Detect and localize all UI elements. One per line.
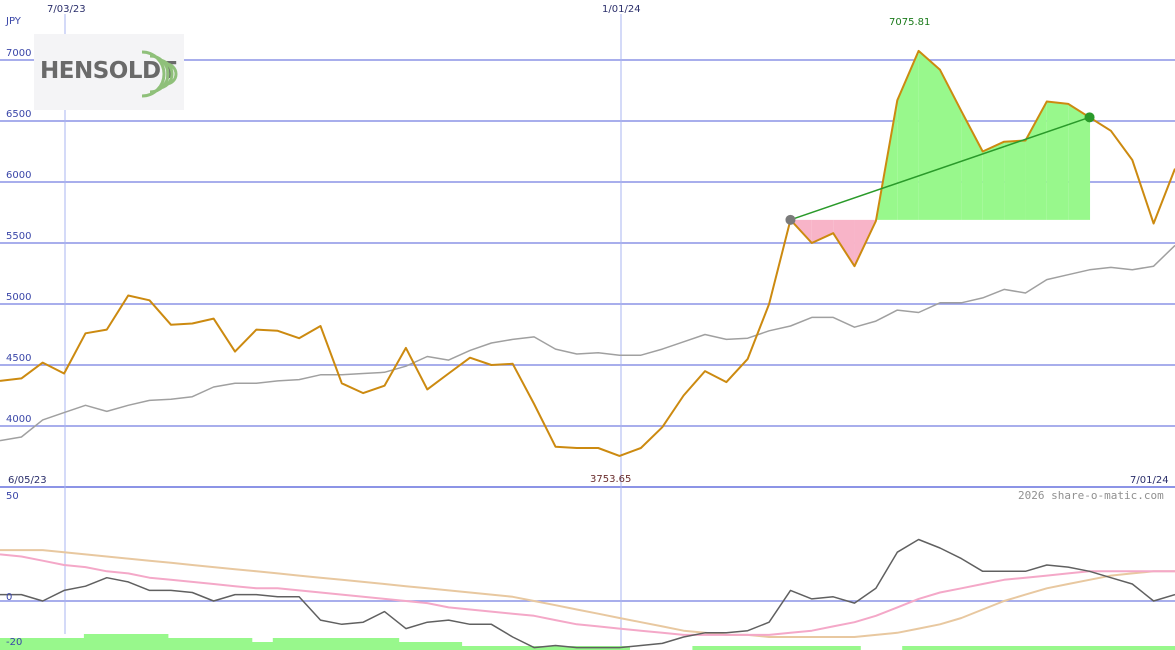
histogram-bar: [1112, 646, 1134, 650]
gain-area: [918, 50, 940, 220]
min-value-label: 3753.65: [590, 474, 631, 485]
histogram-bar: [272, 638, 295, 650]
date-label-top-mid: 1/01/24: [602, 4, 641, 15]
gain-area: [1046, 101, 1069, 220]
histogram-bar: [335, 638, 358, 650]
histogram-bar: [776, 646, 798, 650]
histogram-bar: [377, 638, 400, 650]
histogram-bar: [818, 646, 840, 650]
histogram-bar: [797, 646, 819, 650]
date-label-bottom-end: 7/01/24: [1130, 475, 1169, 486]
histogram-bar: [1133, 646, 1155, 650]
histogram-bar: [62, 638, 85, 650]
price-tick-label: 6000: [6, 170, 31, 181]
oscillator-signal-line: [0, 549, 1175, 638]
histogram-bar: [713, 646, 735, 650]
histogram-bar: [146, 634, 169, 650]
price-tick-label: 4500: [6, 353, 31, 364]
price-tick-label: 6500: [6, 109, 31, 120]
gain-area: [961, 111, 983, 220]
trend-end-marker: [1084, 112, 1095, 123]
histogram-bar: [230, 638, 253, 650]
histogram-bar: [1091, 646, 1113, 650]
oscillator-tick-minus-20: -20: [6, 637, 22, 648]
histogram-bar: [251, 642, 274, 650]
histogram-bar: [188, 638, 211, 650]
histogram-bar: [1007, 646, 1029, 650]
histogram-bar: [986, 646, 1008, 650]
histogram-bar: [482, 646, 505, 650]
histogram-bar: [125, 634, 148, 650]
histogram-bar: [314, 638, 337, 650]
histogram-bar: [692, 646, 714, 650]
oscillator-panel: [0, 538, 1175, 650]
histogram-bar: [83, 634, 106, 650]
moving-average-line: [0, 244, 1175, 442]
histogram-bar: [104, 634, 127, 650]
histogram-bar: [42, 638, 64, 650]
price-line: [0, 49, 1175, 457]
company-logo: HENSOLDT: [34, 34, 184, 110]
price-tick-label: 4000: [6, 414, 31, 425]
histogram-bar: [398, 642, 421, 650]
chart-stage: 4000 4500 5000 5500 6000 6500 7000 JPY 7/03/23…: [0, 0, 1175, 650]
histogram-bar: [839, 646, 861, 650]
histogram-bar: [902, 646, 924, 650]
oscillator-tick-0: 0: [6, 592, 12, 603]
currency-label: JPY: [5, 16, 22, 27]
price-tick-label: 5000: [6, 292, 31, 303]
oscillator-tick-50: 50: [6, 491, 19, 502]
loss-area: [811, 219, 834, 243]
price-series: [0, 49, 1175, 457]
histogram-bar: [944, 646, 966, 650]
histogram-bar: [440, 642, 463, 650]
price-tick-label: 7000: [6, 48, 31, 59]
histogram-bar: [503, 646, 526, 650]
histogram-bar: [965, 646, 987, 650]
histogram-bar: [1070, 646, 1092, 650]
histogram-bar: [21, 638, 43, 650]
histogram-bar: [734, 646, 756, 650]
histogram-bar: [293, 638, 316, 650]
watermark-text: 2026 share-o-matic.com: [1018, 489, 1164, 502]
histogram-bar: [923, 646, 945, 650]
oscillator-line: [0, 538, 1175, 649]
histogram-bar: [419, 642, 442, 650]
oscillator-signal-line: [0, 553, 1175, 636]
histogram-bar: [167, 638, 190, 650]
price-tick-label: 5500: [6, 231, 31, 242]
histogram-bar: [1028, 646, 1050, 650]
histogram-bar: [209, 638, 232, 650]
gain-area: [1004, 140, 1026, 220]
trend-highlight: [790, 50, 1091, 267]
histogram-bar: [1154, 646, 1175, 650]
histogram-bar: [356, 638, 379, 650]
histogram-bar: [755, 646, 777, 650]
trend-start-marker: [785, 214, 796, 225]
logo-arcs-icon: [141, 50, 178, 98]
histogram-bar: [461, 646, 484, 650]
histogram-bar: [1049, 646, 1071, 650]
date-label-bottom-start: 6/05/23: [8, 475, 47, 486]
date-label-top-start: 7/03/23: [47, 4, 86, 15]
max-value-label: 7075.81: [889, 17, 930, 28]
